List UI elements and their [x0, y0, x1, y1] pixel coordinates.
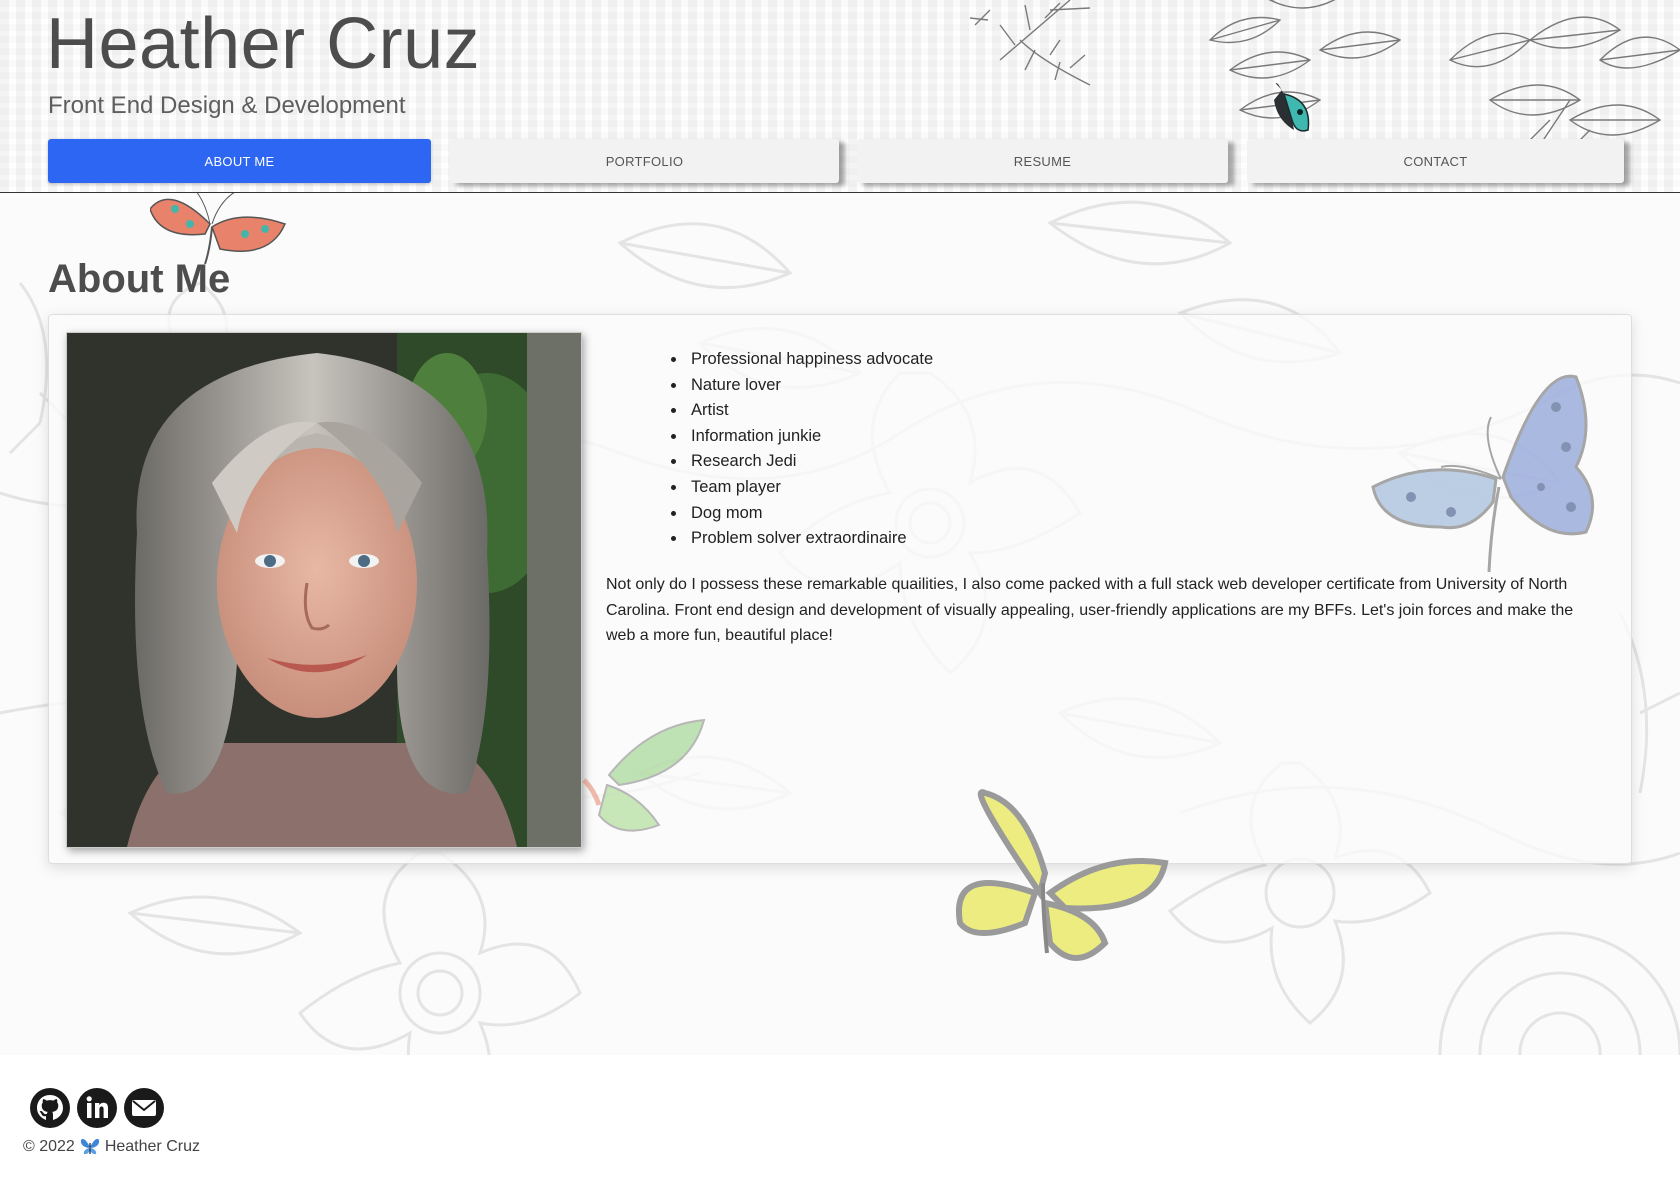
- github-icon[interactable]: [29, 1087, 71, 1129]
- list-item: Artist: [687, 398, 933, 424]
- about-card: Professional happiness advocate Nature l…: [48, 314, 1632, 864]
- profile-photo: [66, 332, 582, 848]
- linkedin-icon[interactable]: [76, 1087, 118, 1129]
- traits-list: Professional happiness advocate Nature l…: [659, 347, 933, 552]
- green-butterfly-illustration: [582, 718, 706, 832]
- social-links: [29, 1087, 165, 1129]
- site-title: Heather Cruz: [46, 4, 481, 84]
- list-item: Information junkie: [687, 424, 933, 450]
- list-item: Research Jedi: [687, 449, 933, 475]
- nav-tab-resume[interactable]: RESUME: [857, 139, 1228, 183]
- list-item: Dog mom: [687, 501, 933, 527]
- blue-butterfly-illustration: [1371, 374, 1594, 573]
- list-item: Team player: [687, 475, 933, 501]
- list-item: Problem solver extraordinaire: [687, 526, 933, 552]
- butterfly-icon: [80, 1138, 99, 1155]
- nav-tab-contact[interactable]: CONTACT: [1247, 139, 1624, 183]
- site-subtitle: Front End Design & Development: [48, 92, 406, 119]
- site-header: Heather Cruz Front End Design & Developm…: [0, 0, 1680, 193]
- email-icon[interactable]: [123, 1087, 165, 1129]
- main-nav: ABOUT ME PORTFOLIO RESUME CONTACT: [0, 139, 1680, 185]
- copyright-name: Heather Cruz: [104, 1138, 200, 1155]
- yellow-butterfly-illustration: [955, 789, 1169, 961]
- list-item: Nature lover: [687, 373, 933, 399]
- nav-tab-about-me[interactable]: ABOUT ME: [48, 139, 431, 183]
- bio-paragraph: Not only do I possess these remarkable q…: [606, 576, 1574, 644]
- nav-tab-portfolio[interactable]: PORTFOLIO: [450, 139, 839, 183]
- site-footer: © 2022 Heather Cruz: [0, 1055, 1680, 1186]
- copyright-year: © 2022: [23, 1138, 75, 1155]
- section-heading: About Me: [48, 257, 231, 301]
- list-item: Professional happiness advocate: [687, 347, 933, 373]
- about-section: About Me • Professional happiness advoca…: [0, 193, 1680, 1055]
- copyright-notice: © 2022 Heather Cruz: [23, 1138, 200, 1156]
